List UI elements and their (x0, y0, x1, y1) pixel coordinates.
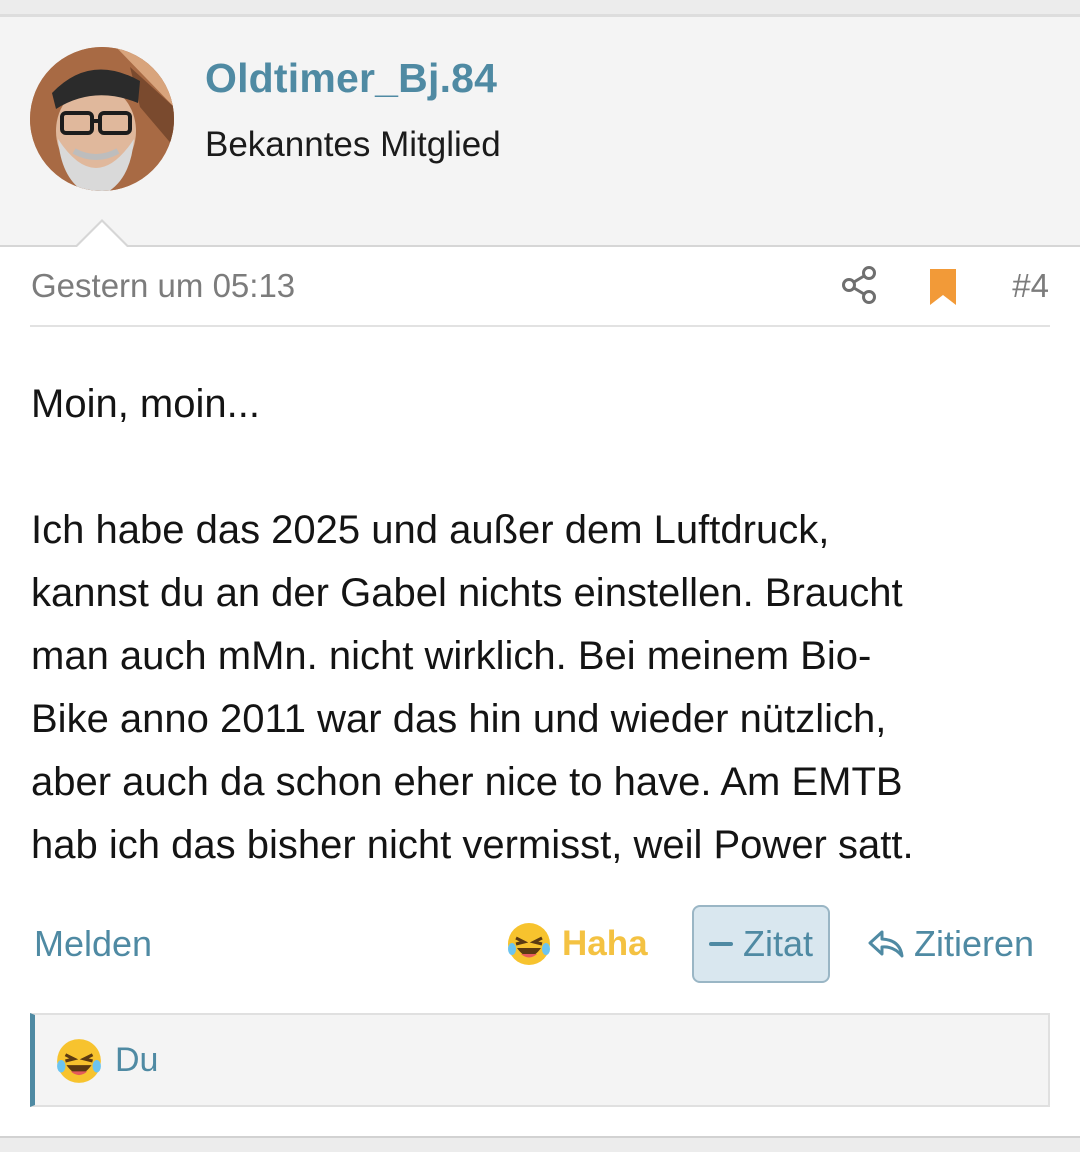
reply-arrow-icon (868, 930, 904, 958)
bookmark-icon[interactable] (928, 267, 958, 307)
reply-quote-button[interactable]: Zitieren (866, 919, 1034, 969)
post-body: Moin, moin... Ich habe das 2025 und auße… (31, 373, 1051, 877)
post-timestamp[interactable]: Gestern um 05:13 (31, 267, 295, 305)
laughing-emoji-icon (508, 923, 550, 965)
forum-post: Oldtimer_Bj.84 Bekanntes Mitglied Gester… (0, 14, 1080, 1139)
user-title: Bekanntes Mitglied (205, 125, 501, 164)
multiquote-label: Zitat (742, 923, 813, 964)
post-line: man auch mMn. nicht wirklich. Bei meinem… (31, 634, 872, 678)
username-link[interactable]: Oldtimer_Bj.84 (205, 55, 497, 102)
report-link[interactable]: Melden (34, 923, 152, 965)
avatar-image (30, 47, 174, 191)
post-meta-bar: Gestern um 05:13 #4 (30, 265, 1050, 327)
post-greeting: Moin, moin... (31, 382, 260, 426)
minus-icon (708, 942, 733, 946)
multiquote-toggle-button[interactable]: Zitat (692, 905, 830, 983)
post-actions: Melden Haha Zitat Zitieren (30, 905, 1050, 983)
post-line: hab ich das bisher nicht vermisst, weil … (31, 823, 914, 867)
reply-label: Zitieren (914, 923, 1035, 964)
reaction-label: Haha (562, 924, 648, 963)
top-strip (0, 0, 1080, 14)
share-icon[interactable] (840, 265, 878, 305)
laughing-emoji-icon (57, 1039, 101, 1083)
reactions-summary[interactable]: Du (30, 1013, 1050, 1107)
post-line: Ich habe das 2025 und außer dem Luftdruc… (31, 508, 830, 552)
post-user-header: Oldtimer_Bj.84 Bekanntes Mitglied (0, 17, 1080, 247)
post-line: aber auch da schon eher nice to have. Am… (31, 760, 903, 804)
post-number-link[interactable]: #4 (1012, 267, 1049, 305)
reactions-user-link[interactable]: Du (115, 1041, 158, 1080)
post-line: kannst du an der Gabel nichts einstellen… (31, 571, 903, 615)
avatar[interactable] (30, 47, 174, 191)
post-bottom-divider (0, 1136, 1080, 1152)
post-line: Bike anno 2011 war das hin und wieder nü… (31, 697, 887, 741)
reaction-button[interactable]: Haha (506, 919, 648, 969)
header-pointer-fill (77, 222, 127, 247)
